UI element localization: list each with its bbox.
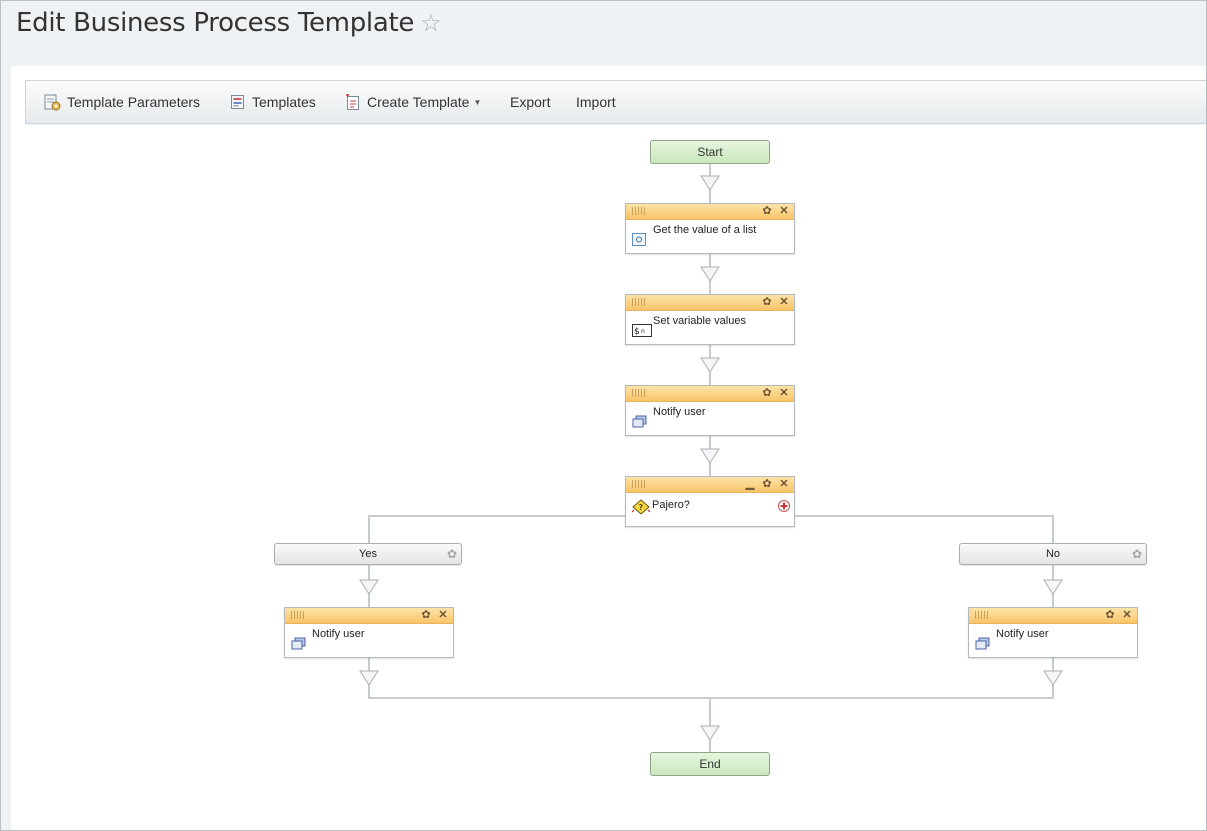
close-icon[interactable]: ✕: [777, 295, 791, 310]
gear-icon[interactable]: ✿: [419, 608, 433, 623]
drag-handle-icon[interactable]: [632, 480, 646, 488]
templates-label: Templates: [252, 94, 316, 110]
templates-button[interactable]: Templates: [230, 81, 316, 123]
template-parameters-label: Template Parameters: [67, 94, 201, 110]
variable-icon: $ n: [632, 324, 652, 337]
activity-header[interactable]: ✿ ✕: [969, 608, 1137, 624]
drag-handle-icon[interactable]: [632, 298, 646, 306]
activity-label: Set variable values: [653, 315, 746, 327]
activity-notify-user[interactable]: ✿ ✕ Notify user: [625, 385, 795, 436]
close-icon[interactable]: ✕: [1120, 608, 1134, 623]
activity-label: Notify user: [996, 628, 1049, 640]
close-icon[interactable]: ✕: [777, 204, 791, 219]
template-parameters-icon: [44, 94, 61, 111]
page-title: Edit Business Process Template ☆: [16, 8, 442, 38]
activity-set-variables[interactable]: ✿ ✕ $ n Set variable values: [625, 294, 795, 345]
branch-label: No: [1045, 548, 1061, 560]
gear-icon[interactable]: ✿: [760, 386, 774, 401]
notify-user-icon: [975, 637, 990, 650]
designer-toolbar: Template Parameters Templates Create Tem…: [25, 80, 1206, 124]
svg-text:?: ?: [639, 503, 644, 512]
close-icon[interactable]: ✕: [777, 386, 791, 401]
gear-icon[interactable]: ✿: [760, 204, 774, 219]
create-template-label: Create Template: [367, 94, 470, 110]
chevron-down-icon: ▼: [473, 98, 482, 107]
gear-icon[interactable]: ✿: [760, 477, 774, 492]
activity-label: Notify user: [312, 628, 365, 640]
create-template-button[interactable]: Create Template ▼: [345, 81, 481, 123]
activity-header[interactable]: ✿ ✕: [626, 295, 794, 311]
notify-user-icon: [632, 415, 647, 428]
drag-handle-icon[interactable]: [975, 611, 989, 619]
import-label: Import: [576, 94, 616, 110]
export-button[interactable]: Export: [510, 81, 550, 123]
designer-workarea: [11, 66, 1206, 830]
activity-label: Pajero?: [652, 499, 690, 511]
branch-label: Yes: [359, 548, 377, 560]
drop-arrow-icon[interactable]: [359, 579, 379, 595]
svg-text:$: $: [634, 327, 640, 337]
drop-arrow-icon[interactable]: [700, 448, 720, 464]
condition-icon: ?: [631, 499, 651, 515]
star-outline-icon[interactable]: ☆: [420, 9, 442, 37]
drag-handle-icon[interactable]: [632, 207, 646, 215]
activity-header[interactable]: ✿ ✕: [285, 608, 453, 624]
drop-arrow-icon[interactable]: [700, 357, 720, 373]
drag-handle-icon[interactable]: [632, 389, 646, 397]
minimize-icon[interactable]: ▁: [743, 477, 757, 492]
gear-icon[interactable]: ✿: [1132, 544, 1142, 564]
gear-icon[interactable]: ✿: [760, 295, 774, 310]
page-title-text: Edit Business Process Template: [16, 8, 415, 38]
branch-connector-bottom: [368, 697, 1054, 699]
condition-block[interactable]: ▁ ✿ ✕ ? Pajero?: [625, 476, 795, 527]
connector-line: [1052, 515, 1054, 543]
activity-header[interactable]: ▁ ✿ ✕: [626, 477, 794, 493]
drop-arrow-icon[interactable]: [359, 670, 379, 686]
drop-arrow-icon[interactable]: [1043, 579, 1063, 595]
template-parameters-button[interactable]: Template Parameters: [44, 81, 200, 123]
activity-header[interactable]: ✿ ✕: [626, 386, 794, 402]
notify-user-icon: [291, 637, 306, 650]
branch-no[interactable]: No ✿: [959, 543, 1147, 565]
gear-icon[interactable]: ✿: [1103, 608, 1117, 623]
drop-arrow-icon[interactable]: [1043, 670, 1063, 686]
create-template-icon: [346, 93, 359, 110]
drop-arrow-icon[interactable]: [700, 175, 720, 191]
branch-yes[interactable]: Yes ✿: [274, 543, 462, 565]
add-branch-icon[interactable]: [778, 500, 790, 512]
close-icon[interactable]: ✕: [777, 477, 791, 492]
drop-arrow-icon[interactable]: [700, 725, 720, 741]
activity-header[interactable]: ✿ ✕: [626, 204, 794, 220]
svg-text:n: n: [641, 328, 645, 335]
list-value-icon: [632, 233, 646, 246]
export-label: Export: [510, 94, 551, 110]
drop-arrow-icon[interactable]: [700, 266, 720, 282]
activity-notify-user-yes[interactable]: ✿ ✕ Notify user: [284, 607, 454, 658]
end-node[interactable]: End: [650, 752, 770, 776]
connector-line: [368, 515, 370, 543]
drag-handle-icon[interactable]: [291, 611, 305, 619]
start-node[interactable]: Start: [650, 140, 770, 164]
activity-label: Get the value of a list: [653, 224, 757, 236]
templates-list-icon: [231, 95, 244, 110]
activity-label: Notify user: [653, 406, 706, 418]
activity-get-list-value[interactable]: ✿ ✕ Get the value of a list: [625, 203, 795, 254]
activity-notify-user-no[interactable]: ✿ ✕ Notify user: [968, 607, 1138, 658]
close-icon[interactable]: ✕: [436, 608, 450, 623]
gear-icon[interactable]: ✿: [447, 544, 457, 564]
import-button[interactable]: Import: [576, 81, 616, 123]
